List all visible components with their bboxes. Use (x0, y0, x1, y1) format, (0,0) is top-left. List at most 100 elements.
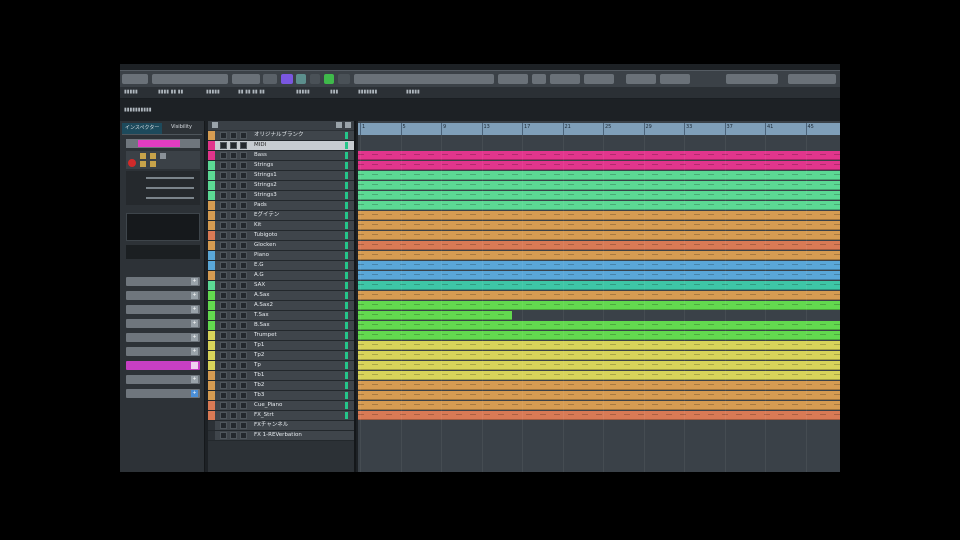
track-row[interactable]: Kit (208, 221, 354, 231)
midi-part[interactable] (358, 271, 840, 280)
mute-button[interactable] (220, 302, 227, 309)
record-enable-button[interactable] (240, 382, 247, 389)
record-enable-button[interactable] (240, 132, 247, 139)
record-enable-button[interactable] (240, 302, 247, 309)
mute-button[interactable] (220, 312, 227, 319)
midi-part[interactable] (358, 331, 840, 340)
info-field[interactable]: ▮▮▮ (330, 89, 338, 95)
play-button[interactable] (324, 74, 334, 84)
visibility-tab[interactable]: Visibility (168, 123, 195, 134)
solo-button[interactable] (230, 402, 237, 409)
solo-button[interactable] (230, 322, 237, 329)
quantize-value[interactable] (584, 74, 614, 84)
record-enable-button[interactable] (240, 242, 247, 249)
midi-part[interactable] (358, 161, 840, 170)
info-field[interactable]: ▮▮▮▮▮ (206, 89, 220, 95)
mute-button[interactable] (220, 332, 227, 339)
record-enable-button[interactable] (240, 262, 247, 269)
snap-mode-dropdown[interactable] (726, 74, 778, 84)
solo-button[interactable] (230, 372, 237, 379)
inspector-section-midi-inserts[interactable]: + (126, 291, 200, 300)
record-enable-button[interactable] (240, 182, 247, 189)
track-row[interactable]: SAX (208, 281, 354, 291)
record-enable-button[interactable] (240, 412, 247, 419)
mute-button[interactable] (220, 342, 227, 349)
mute-button[interactable] (220, 222, 227, 229)
monitor-icon[interactable] (140, 153, 146, 159)
mute-button[interactable] (220, 362, 227, 369)
solo-button[interactable] (230, 342, 237, 349)
record-enable-button[interactable] (240, 282, 247, 289)
mute-button[interactable] (220, 212, 227, 219)
zoom-dropdown[interactable] (788, 74, 836, 84)
inspector-section-expression[interactable]: + (126, 277, 200, 286)
cycle-button[interactable] (296, 74, 306, 84)
toolbar-group-edit[interactable] (232, 74, 260, 84)
solo-button[interactable] (230, 192, 237, 199)
solo-button[interactable] (230, 382, 237, 389)
solo-button[interactable] (230, 152, 237, 159)
midi-part[interactable] (358, 201, 840, 210)
info-field[interactable]: ▮▮ ▮▮ ▮▮ ▮▮ (238, 89, 265, 95)
midi-part[interactable] (358, 151, 840, 160)
record-enable-button[interactable] (240, 192, 247, 199)
track-row[interactable]: A.Sax (208, 291, 354, 301)
track-row[interactable]: Bass (208, 151, 354, 161)
inspector-tab[interactable]: インスペクター (122, 123, 163, 134)
mute-button[interactable] (220, 352, 227, 359)
mute-button[interactable] (220, 152, 227, 159)
track-row[interactable]: Tb3 (208, 391, 354, 401)
solo-button[interactable] (230, 422, 237, 429)
solo-button[interactable] (230, 392, 237, 399)
track-row[interactable]: MIDI (208, 141, 354, 151)
color-menu[interactable] (626, 74, 656, 84)
track-row[interactable]: T.Sax (208, 311, 354, 321)
mute-button[interactable] (220, 292, 227, 299)
midi-part[interactable] (358, 171, 840, 180)
record-enable-button[interactable] (240, 392, 247, 399)
midi-part[interactable] (358, 411, 840, 420)
track-row[interactable]: Tp (208, 361, 354, 371)
info-field[interactable]: ▮▮▮▮ ▮▮ ▮▮ (158, 89, 183, 95)
solo-button[interactable] (230, 432, 237, 439)
write-icon[interactable] (150, 161, 156, 167)
record-enable-button[interactable] (240, 322, 247, 329)
track-row[interactable]: Glocken (208, 241, 354, 251)
mute-button[interactable] (220, 182, 227, 189)
solo-button[interactable] (230, 282, 237, 289)
toolbar-group-transport[interactable] (122, 74, 148, 84)
track-row[interactable]: Trumpet (208, 331, 354, 341)
info-field[interactable]: ▮▮▮▮▮ (406, 89, 420, 95)
track-row[interactable]: FX_Strt (208, 411, 354, 421)
record-enable-button[interactable] (240, 372, 247, 379)
mute-button[interactable] (220, 242, 227, 249)
midi-part[interactable] (358, 251, 840, 260)
track-row[interactable]: Tubigoto (208, 231, 354, 241)
solo-icon[interactable] (160, 153, 166, 159)
midi-part[interactable] (358, 311, 513, 320)
solo-button[interactable] (230, 332, 237, 339)
record-enable-button[interactable] (240, 362, 247, 369)
grid-type[interactable] (532, 74, 546, 84)
info-field[interactable]: ▮▮▮▮▮ (296, 89, 310, 95)
inspector-section-track[interactable] (126, 361, 200, 370)
midi-part[interactable] (358, 351, 840, 360)
track-row[interactable]: Strings2 (208, 181, 354, 191)
solo-button[interactable] (230, 162, 237, 169)
delay-fader[interactable] (146, 197, 194, 199)
solo-button[interactable] (230, 262, 237, 269)
snap-settings[interactable] (498, 74, 528, 84)
mute-button[interactable] (220, 232, 227, 239)
record-enable-button[interactable] (240, 342, 247, 349)
info-field[interactable]: ▮▮▮▮▮▮▮ (358, 89, 377, 95)
solo-button[interactable] (230, 302, 237, 309)
solo-button[interactable] (230, 352, 237, 359)
record-enable-button[interactable] (240, 142, 247, 149)
solo-button[interactable] (230, 412, 237, 419)
mute-button[interactable] (220, 252, 227, 259)
timeline-ruler[interactable]: 1 5 9 13 17 21 25 29 33 37 41 45 (358, 123, 840, 135)
mute-button[interactable] (220, 202, 227, 209)
mute-button[interactable] (220, 382, 227, 389)
midi-part[interactable] (358, 241, 840, 250)
midi-part[interactable] (358, 301, 840, 310)
